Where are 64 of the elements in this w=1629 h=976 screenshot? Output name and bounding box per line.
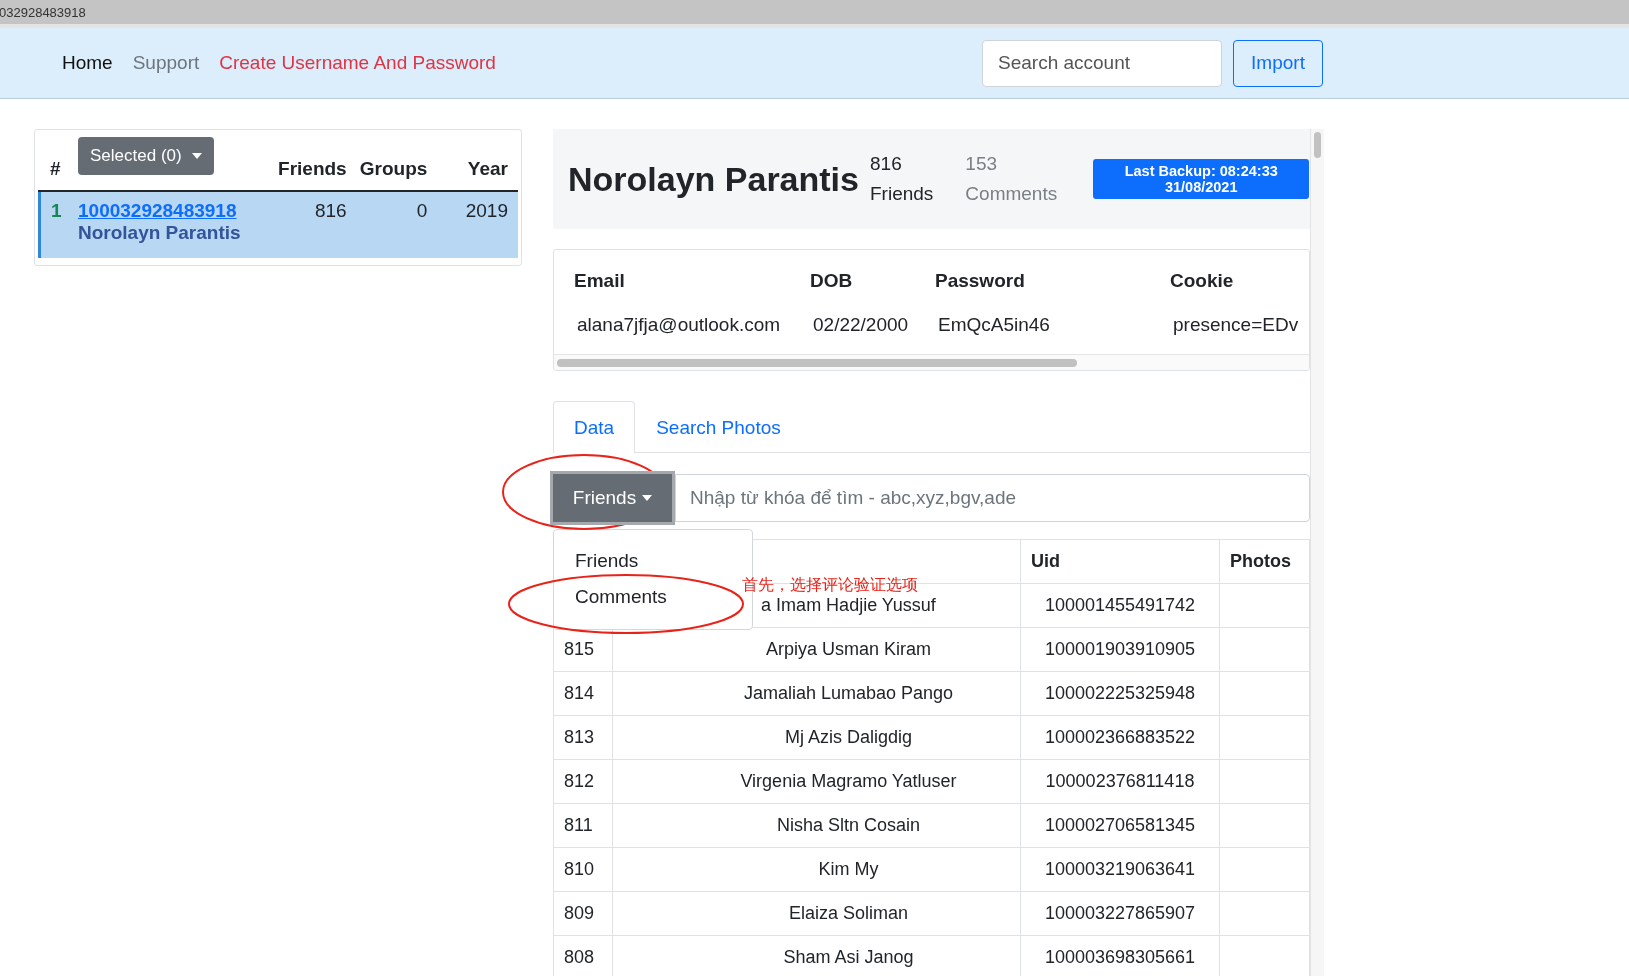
table-cell: 100001903910905 bbox=[1020, 628, 1219, 671]
table-cell-text: alana7jfja@outlook.com bbox=[576, 314, 782, 336]
table-cell: Nisha Sltn Cosain bbox=[612, 804, 1020, 847]
column-header: Year bbox=[466, 158, 509, 181]
table-cell: 100002376811418 bbox=[1020, 760, 1219, 803]
table-cell: 100002366883522 bbox=[1020, 716, 1219, 759]
url-text: 032928483918 bbox=[0, 4, 86, 20]
search-field[interactable]: Search account bbox=[982, 39, 1222, 87]
nav-link[interactable]: Create Username And Password bbox=[219, 52, 496, 74]
table-cell-text: presence=EDv bbox=[1172, 314, 1300, 336]
backup-badge: Last Backup: 08:24:33 31/08/2021 bbox=[1093, 159, 1310, 199]
stat-link[interactable]: 153 Comments bbox=[965, 153, 1058, 205]
table-cell: Virgenia Magramo Yatluser bbox=[612, 760, 1020, 803]
keyword-search-field[interactable]: Nhập từ khóa để tìm - abc,xyz,bgv,ade bbox=[675, 474, 1310, 522]
column-header: Email bbox=[574, 270, 626, 292]
column-header: Uid bbox=[1020, 540, 1219, 583]
table-cell: Elaiza Soliman bbox=[612, 892, 1020, 935]
column-header: Groups bbox=[358, 158, 429, 181]
nav-link[interactable]: Support bbox=[132, 52, 200, 74]
table-cell-text: 816 bbox=[313, 200, 348, 222]
table-cell: 814 bbox=[553, 672, 612, 715]
column-header: Friends bbox=[277, 158, 348, 181]
scrollbar-thumb[interactable] bbox=[557, 358, 1077, 367]
tab[interactable]: Data bbox=[553, 401, 636, 453]
column-header: DOB bbox=[810, 270, 854, 292]
table-cell: Kim My bbox=[612, 848, 1020, 891]
account-link[interactable]: 100032928483918 bbox=[78, 200, 276, 222]
selected-dropdown-button[interactable]: Selected (0) bbox=[78, 137, 214, 175]
table-cell-text: EmQcA5in46 bbox=[937, 314, 1051, 336]
table-cell: 100002706581345 bbox=[1020, 804, 1219, 847]
column-header: Cookie bbox=[1170, 270, 1235, 292]
table-cell: 100003219063641 bbox=[1020, 848, 1219, 891]
annotation-text: 首先，选择评论验证选项 bbox=[742, 575, 918, 595]
tab[interactable]: Search Photos bbox=[635, 401, 802, 453]
table-cell: 808 bbox=[553, 936, 612, 976]
table-cell: 811 bbox=[553, 804, 612, 847]
table-cell: 100003227865907 bbox=[1020, 892, 1219, 935]
column-header: # bbox=[49, 158, 62, 181]
table-cell-text: 2019 bbox=[464, 200, 509, 222]
account-row[interactable]: 1 100032928483918 Norolayn Parantis 816 0 2019 bbox=[38, 192, 518, 258]
table-cell: 813 bbox=[553, 716, 612, 759]
filter-dropdown-button[interactable]: Friends bbox=[553, 474, 672, 522]
table-cell-text: 02/22/2000 bbox=[812, 314, 910, 336]
table-cell: Jamaliah Lumabao Pango bbox=[612, 672, 1020, 715]
nav-link[interactable]: Home bbox=[62, 52, 113, 74]
table-cell: Mj Azis Daligdig bbox=[612, 716, 1020, 759]
table-cell-text: 0 bbox=[415, 200, 429, 222]
table-cell: Sham Asi Janog bbox=[612, 936, 1020, 976]
scrollbar-thumb[interactable] bbox=[1314, 132, 1321, 158]
table-cell: 810 bbox=[553, 848, 612, 891]
table-cell: 100002225325948 bbox=[1020, 672, 1219, 715]
profile-name: Norolayn Parantis bbox=[568, 159, 860, 199]
column-header: Password bbox=[935, 270, 1026, 292]
caret-icon bbox=[191, 153, 202, 159]
table-cell: 809 bbox=[553, 892, 612, 935]
import-button[interactable]: Import bbox=[1233, 39, 1323, 87]
table-cell: 100003698305661 bbox=[1020, 936, 1219, 976]
row-number: 1 bbox=[50, 200, 63, 222]
table-cell: 100001455491742 bbox=[1020, 584, 1219, 627]
column-header: Photos bbox=[1219, 540, 1309, 583]
table-cell: 812 bbox=[553, 760, 612, 803]
caret-icon bbox=[642, 495, 653, 501]
stat-link[interactable]: 816 Friends bbox=[870, 153, 934, 205]
account-name: Norolayn Parantis bbox=[78, 222, 242, 244]
